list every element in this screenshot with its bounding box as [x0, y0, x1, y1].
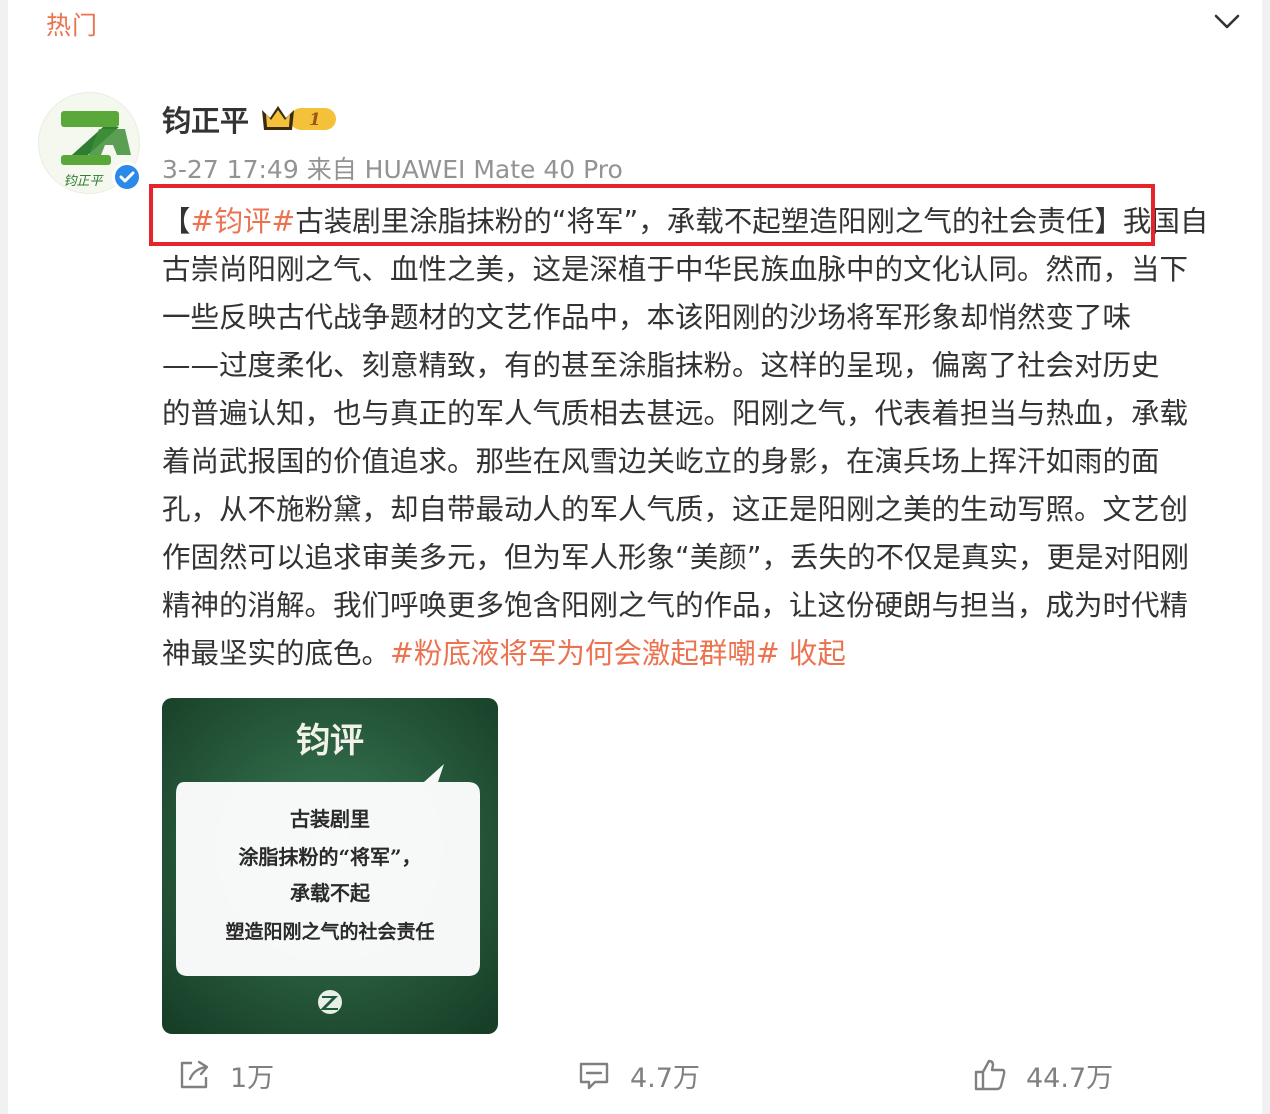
post-body-line: 精神的消解。我们呼唤更多饱含阳刚之气的作品，让这份硬朗与担当，成为时代精 [162, 582, 1252, 630]
post-time[interactable]: 3-27 17:49 [162, 155, 299, 184]
post-body-line: 古崇尚阳刚之气、血性之美，这是深植于中华民族血脉中的文化认同。然而，当下 [162, 246, 1252, 294]
hashtag-link[interactable]: #钧评# [191, 205, 296, 238]
comment-button[interactable]: 4.7万 [576, 1050, 700, 1100]
post-body-line: 着尚武报国的价值追求。那些在风雪边关屹立的身影，在演兵场上挥汗如雨的面 [162, 438, 1252, 486]
post-text: 【 [162, 205, 191, 238]
avatar-caption: 钧正平 [63, 174, 104, 189]
chevron-down-icon[interactable] [1214, 14, 1240, 30]
share-icon [180, 1060, 209, 1089]
image-title: 钧评 [296, 721, 364, 761]
post-body-line: 一些反映古代战争题材的文艺作品中，本该阳刚的沙场将军形象却悄然变了味 [162, 294, 1252, 342]
hashtag-link[interactable]: #粉底液将军为何会激起群嘲# [390, 637, 780, 670]
post-body-line: 孔，从不施粉黛，却自带最动人的军人气质，这正是阳刚之美的生动写照。文艺创 [162, 486, 1252, 534]
collapse-text-link[interactable]: 收起 [780, 637, 846, 670]
post-device[interactable]: HUAWEI Mate 40 Pro [365, 155, 623, 184]
post-text: ——过度柔化、刻意精致，有的甚至涂脂抹粉。这样的呈现，偏离了社会对历史 [162, 349, 1160, 382]
post-text: 精神的消解。我们呼唤更多饱含阳刚之气的作品，让这份硬朗与担当，成为时代精 [162, 589, 1189, 622]
image-line-2: 涂脂抹粉的“将军”， [238, 845, 421, 869]
image-line-1: 古装剧里 [290, 807, 370, 831]
post-text: 神最坚实的底色。 [162, 637, 391, 670]
author-name[interactable]: 钧正平 [162, 98, 249, 140]
image-line-4: 塑造阳刚之气的社会责任 [225, 920, 434, 943]
repost-count: 1万 [230, 1062, 275, 1094]
post-text: 着尚武报国的价值追求。那些在风雪边关屹立的身影，在演兵场上挥汗如雨的面 [162, 445, 1160, 478]
like-button[interactable]: 44.7万 [972, 1050, 1113, 1100]
like-count: 44.7万 [1026, 1062, 1114, 1094]
hot-label: 热门 [46, 11, 99, 40]
post-body-line: 作固然可以追求审美多元，但为军人形象“美颜”，丢失的不仅是真实，更是对阳刚 [162, 534, 1252, 582]
thumbs-up-icon [974, 1059, 1006, 1091]
post-text: 的普遍认知，也与真正的军人气质相去甚远。阳刚之气，代表着担当与热血，承载 [162, 397, 1189, 430]
crown-vip-icon[interactable]: 1 [260, 100, 340, 136]
post-text: 孔，从不施粉黛，却自带最动人的军人气质，这正是阳刚之美的生动写照。文艺创 [162, 493, 1189, 526]
comment-count: 4.7万 [630, 1062, 700, 1094]
post-text: 古崇尚阳刚之气、血性之美，这是深植于中华民族血脉中的文化认同。然而，当下 [162, 253, 1189, 286]
vip-level: 1 [309, 110, 321, 130]
action-bar: 1万 4.7万 44.7万 [8, 1050, 1262, 1100]
post-body-line: 的普遍认知，也与真正的军人气质相去甚远。阳刚之气，代表着担当与热血，承载 [162, 390, 1252, 438]
post-body: 【#钧评#古装剧里涂脂抹粉的“将军”，承载不起塑造阳刚之气的社会责任】我国自古崇… [162, 198, 1252, 678]
repost-button[interactable]: 1万 [176, 1050, 274, 1100]
post-meta: 3-27 17:49 来自 HUAWEI Mate 40 Pro [162, 150, 623, 186]
post-source-prefix: 来自 [306, 155, 357, 184]
post-image[interactable]: 钧评 古装剧里 涂脂抹粉的“将军”， 承载不起 塑造阳刚之气的社会责任 [162, 698, 498, 1034]
post-text: 古装剧里涂脂抹粉的“将军”，承载不起塑造阳刚之气的社会责任】我国自 [295, 205, 1209, 238]
weibo-post-card: 热门 钧正平 钧正平 1 3-27 17:49 来自 HUAWEI Mate 4… [8, 0, 1262, 1114]
post-text: 作固然可以追求审美多元，但为军人形象“美颜”，丢失的不仅是真实，更是对阳刚 [162, 541, 1190, 574]
post-body-line: 【#钧评#古装剧里涂脂抹粉的“将军”，承载不起塑造阳刚之气的社会责任】我国自 [162, 198, 1252, 246]
image-logo-icon [318, 990, 342, 1014]
verified-badge-icon [112, 162, 142, 192]
comment-icon [579, 1062, 609, 1090]
post-body-line: 神最坚实的底色。#粉底液将军为何会激起群嘲# 收起 [162, 630, 1252, 678]
post-text: 一些反映古代战争题材的文艺作品中，本该阳刚的沙场将军形象却悄然变了味 [162, 301, 1132, 334]
post-body-line: ——过度柔化、刻意精致，有的甚至涂脂抹粉。这样的呈现，偏离了社会对历史 [162, 342, 1252, 390]
image-line-3: 承载不起 [290, 881, 371, 905]
